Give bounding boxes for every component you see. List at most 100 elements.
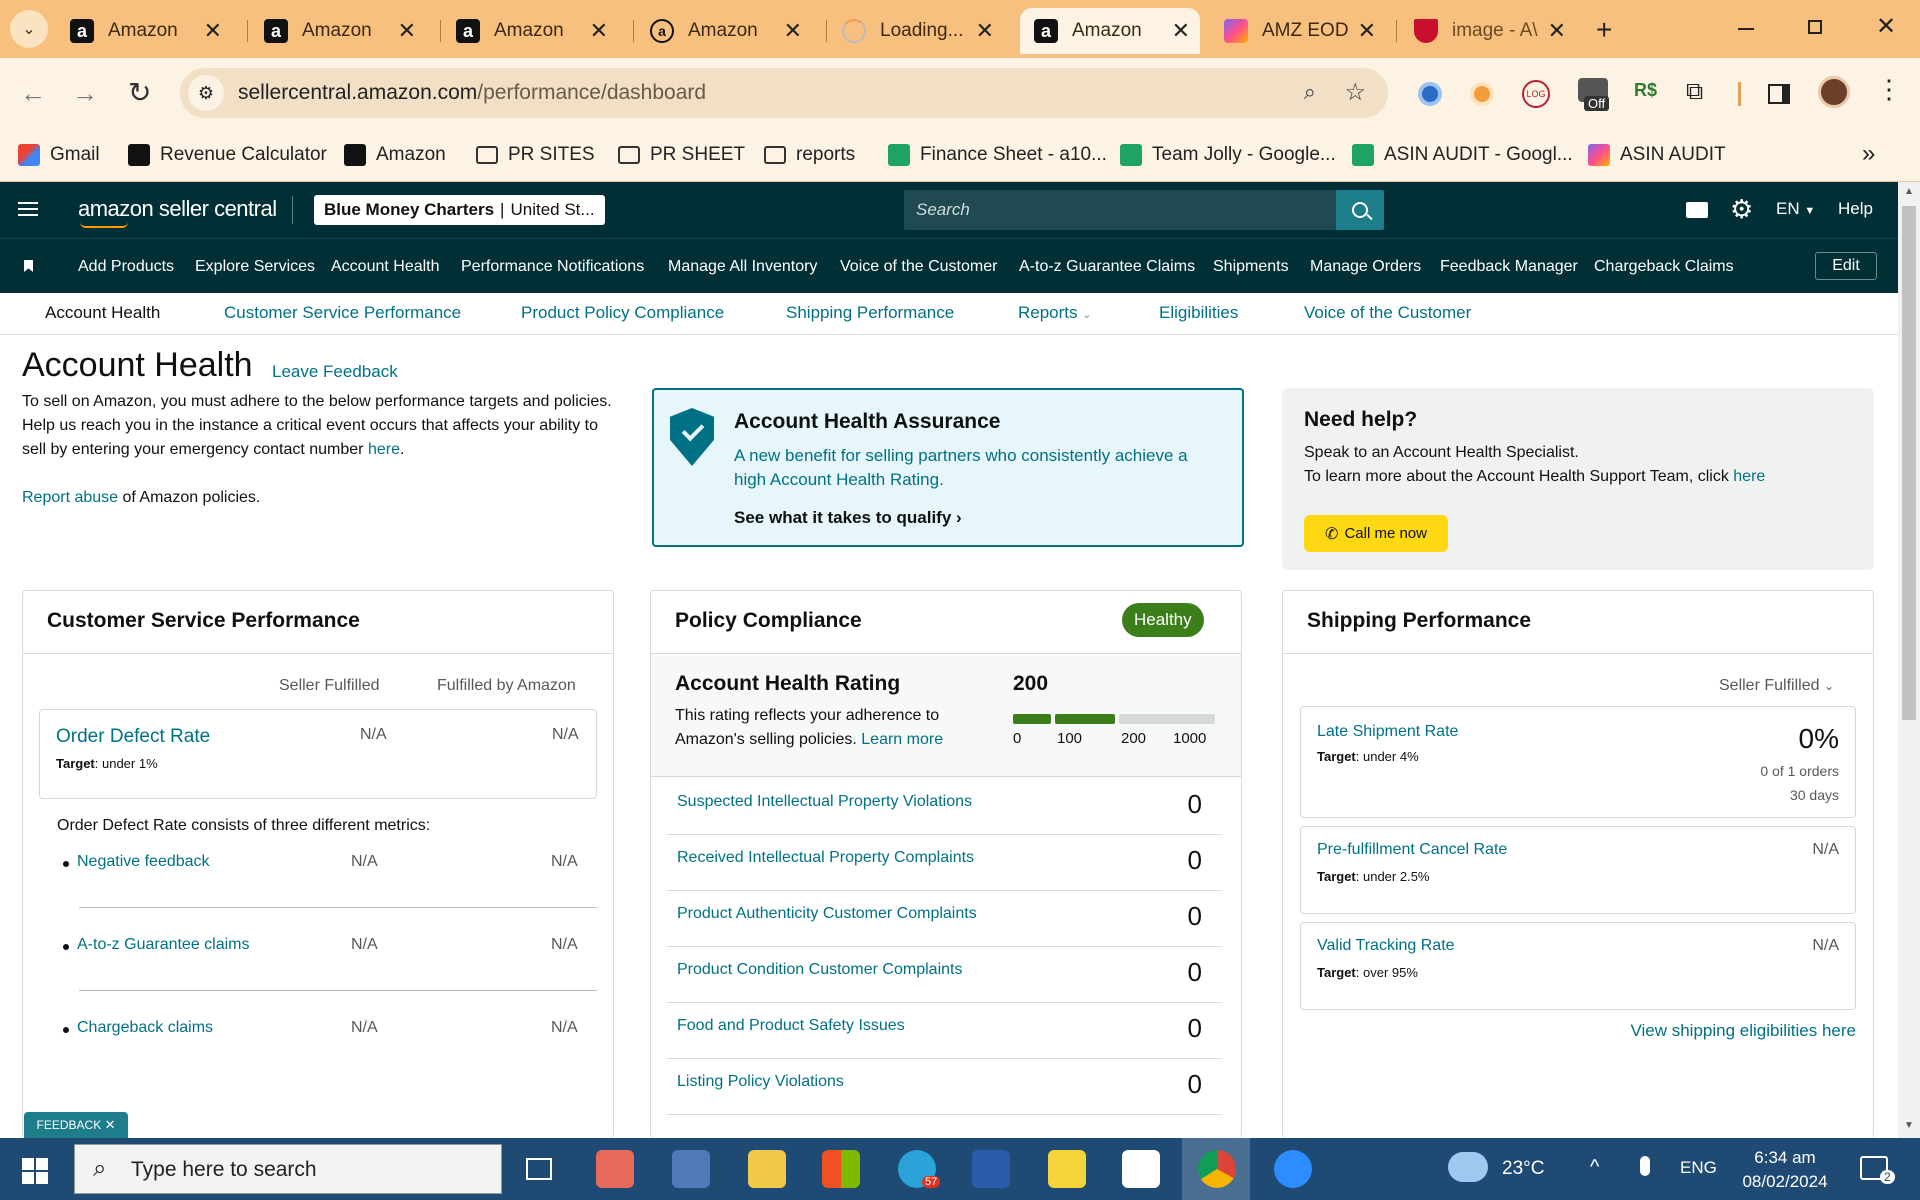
minimize-button[interactable] [1738,28,1754,30]
gear-icon[interactable]: ⚙ [1730,194,1753,225]
nav-account-health[interactable]: Account Health [331,239,440,294]
close-icon[interactable]: ✕ [1548,18,1566,44]
temperature[interactable]: 23°C [1502,1158,1544,1180]
help-link[interactable]: Help [1838,199,1873,219]
subnav-customer-service-performance[interactable]: Customer Service Performance [224,303,461,323]
bookmark-team-jolly[interactable]: Team Jolly - Google... [1120,138,1336,172]
close-icon[interactable]: ✕ [590,18,608,44]
back-icon[interactable]: ← [20,78,46,109]
emergency-contact-link[interactable]: here [368,441,400,458]
close-icon[interactable]: ✕ [1172,18,1190,44]
late-shipment-link[interactable]: Late Shipment Rate [1317,723,1458,741]
authenticity-complaints-link[interactable]: Product Authenticity Customer Complaints [677,905,977,923]
ip-violations-link[interactable]: Suspected Intellectual Property Violatio… [677,793,972,811]
bookmark-gmail[interactable]: Gmail [18,138,100,172]
seller-central-logo[interactable]: amazon seller central [78,196,277,222]
browser-tab[interactable]: AMZ EOD ✕ [1210,8,1386,54]
bookmark-amazon[interactable]: Amazon [344,138,446,172]
fulfillment-filter-dropdown[interactable]: Seller Fulfilled ⌄ [1719,677,1834,695]
close-window-button[interactable]: ✕ [1876,12,1896,41]
report-abuse-link[interactable]: Report abuse [22,489,118,506]
browser-tab[interactable]: a Amazon ✕ [636,8,812,54]
a-to-z-claims-link[interactable]: A-to-z Guarantee claims [77,936,250,954]
more-bookmarks-icon[interactable]: » [1862,140,1875,168]
listing-policy-link[interactable]: Listing Policy Violations [677,1073,844,1091]
chargeback-claims-link[interactable]: Chargeback claims [77,1019,213,1037]
assurance-qualify-link[interactable]: See what it takes to qualify › [734,508,962,528]
close-icon[interactable]: ✕ [784,18,802,44]
subnav-reports[interactable]: Reports ⌄ [1018,303,1091,323]
close-icon[interactable]: ✕ [204,18,222,44]
account-switcher[interactable]: Blue Money Charters | United St... [314,195,605,225]
support-team-link[interactable]: here [1733,468,1765,485]
nav-performance-notifications[interactable]: Performance Notifications [461,239,644,294]
nav-add-products[interactable]: Add Products [78,239,174,294]
clock[interactable]: 6:34 am 08/02/2024 [1730,1146,1840,1194]
language-indicator[interactable]: ENG [1680,1158,1717,1178]
star-icon[interactable]: ☆ [1344,78,1366,107]
extension-icon[interactable]: LOG [1522,80,1550,108]
language-selector[interactable]: EN ▼ [1776,199,1815,219]
page-scrollbar[interactable]: ▲ ▼ [1898,182,1920,1138]
word-icon[interactable] [972,1150,1010,1188]
browser-tab[interactable]: a Amazon ✕ [56,8,232,54]
search-input[interactable]: Search [904,190,1336,230]
cancel-rate-link[interactable]: Pre-fulfillment Cancel Rate [1317,841,1507,859]
subnav-account-health[interactable]: Account Health [45,303,160,323]
condition-complaints-link[interactable]: Product Condition Customer Complaints [677,961,962,979]
snipping-tool-icon[interactable] [596,1150,634,1188]
bookmark-pr-sheet[interactable]: PR SHEET [618,138,745,172]
remote-desktop-icon[interactable] [672,1150,710,1188]
restore-button[interactable] [1808,20,1822,34]
show-hidden-icons[interactable]: ^ [1590,1156,1599,1179]
extension-icon[interactable] [1470,82,1494,106]
browser-tab-active[interactable]: a Amazon ✕ [1020,8,1200,54]
windows-start-icon[interactable] [22,1158,48,1184]
subnav-product-policy-compliance[interactable]: Product Policy Compliance [521,303,724,323]
leave-feedback-link[interactable]: Leave Feedback [272,362,398,382]
extension-icon[interactable]: R$ [1634,80,1657,101]
hamburger-menu-icon[interactable] [18,202,38,216]
nav-shipments[interactable]: Shipments [1213,239,1289,294]
close-icon[interactable]: ✕ [105,1117,116,1133]
nav-chargeback-claims[interactable]: Chargeback Claims [1594,239,1734,294]
scrollbar-thumb[interactable] [1902,206,1916,720]
nav-manage-orders[interactable]: Manage Orders [1310,239,1421,294]
weather-icon[interactable] [1448,1152,1488,1182]
edit-nav-button[interactable]: Edit [1815,252,1877,280]
food-safety-link[interactable]: Food and Product Safety Issues [677,1017,905,1035]
slack-icon[interactable] [1122,1150,1160,1188]
ip-complaints-link[interactable]: Received Intellectual Property Complaint… [677,849,974,867]
subnav-voice-of-customer[interactable]: Voice of the Customer [1304,303,1471,323]
scroll-down-arrow[interactable]: ▼ [1904,1120,1914,1131]
bookmark-finance-sheet[interactable]: Finance Sheet - a10... [888,138,1107,172]
browser-tab[interactable]: Loading... ✕ [828,8,1004,54]
nav-voice-of-customer[interactable]: Voice of the Customer [840,239,997,294]
mail-icon[interactable] [1686,202,1708,218]
search-button[interactable] [1336,190,1384,230]
negative-feedback-link[interactable]: Negative feedback [77,853,210,871]
sticky-notes-icon[interactable] [1048,1150,1086,1188]
close-icon[interactable]: ✕ [1358,18,1376,44]
close-icon[interactable]: ✕ [976,18,994,44]
bookmark-asin-audit-sheet[interactable]: ASIN AUDIT - Googl... [1352,138,1573,172]
microsoft-store-icon[interactable] [822,1150,860,1188]
browser-tab[interactable]: a Amazon ✕ [250,8,426,54]
bookmark-reports[interactable]: reports [764,138,855,172]
chrome-taskbar-item[interactable] [1182,1138,1250,1200]
nav-explore-services[interactable]: Explore Services [195,239,315,294]
call-me-now-button[interactable]: ✆ Call me now [1304,515,1448,552]
microphone-icon[interactable] [1640,1156,1650,1176]
nav-a-to-z-claims[interactable]: A-to-z Guarantee Claims [1019,239,1195,294]
valid-tracking-link[interactable]: Valid Tracking Rate [1317,937,1455,955]
subnav-shipping-performance[interactable]: Shipping Performance [786,303,954,323]
menu-icon[interactable]: ⋮ [1876,74,1902,105]
tab-search-button[interactable]: ⌄ [10,10,48,48]
file-explorer-icon[interactable] [748,1150,786,1188]
scroll-up-arrow[interactable]: ▲ [1904,186,1914,197]
shipping-eligibilities-link[interactable]: View shipping eligibilities here [1630,1021,1856,1041]
browser-tab[interactable]: image - A\ ✕ [1400,8,1576,54]
bookmark-asin-audit[interactable]: ASIN AUDIT [1588,138,1726,172]
bookmark-nav-icon[interactable] [24,260,33,272]
side-panel-icon[interactable] [1768,84,1790,104]
